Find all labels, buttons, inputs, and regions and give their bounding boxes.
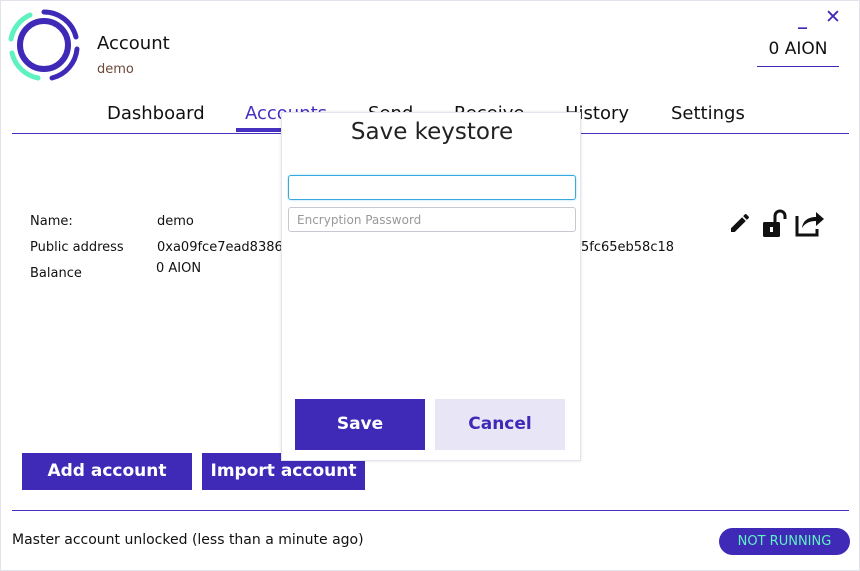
balance-value: 0 AION [156, 261, 202, 276]
encryption-password-field[interactable] [288, 207, 576, 232]
export-icon[interactable] [794, 208, 826, 238]
address-value-start: 0xa09fce7ead8386 [157, 240, 283, 255]
edit-icon[interactable] [728, 211, 752, 235]
close-button[interactable]: ✕ [825, 6, 841, 28]
tab-dashboard[interactable]: Dashboard [107, 103, 205, 124]
address-label: Public address [30, 240, 124, 255]
aion-logo-icon [8, 9, 80, 81]
tab-settings[interactable]: Settings [671, 103, 745, 124]
minimize-button[interactable]: _ [798, 9, 807, 30]
header-balance: 0 AION [757, 39, 839, 67]
status-message: Master account unlocked (less than a min… [12, 532, 364, 548]
keystore-input[interactable] [288, 175, 576, 200]
save-keystore-dialog: Save keystore Save Cancel [281, 112, 581, 461]
save-button[interactable]: Save [295, 399, 425, 450]
balance-label: Balance [30, 266, 82, 281]
account-actions [728, 208, 832, 240]
cancel-button[interactable]: Cancel [435, 399, 565, 450]
unlock-icon[interactable] [760, 208, 790, 238]
footer-divider [12, 510, 849, 511]
account-subtitle: demo [97, 62, 134, 77]
add-account-button[interactable]: Add account [22, 453, 192, 490]
dialog-title: Save keystore [350, 119, 514, 145]
wallet-window: Account demo _ ✕ 0 AION Dashboard Accoun… [0, 0, 860, 571]
name-value: demo [157, 214, 194, 229]
name-label: Name: [30, 214, 73, 229]
address-value-end: 5fc65eb58c18 [581, 240, 675, 255]
node-status-button[interactable]: NOT RUNNING [719, 528, 850, 555]
account-title: Account [97, 33, 170, 54]
